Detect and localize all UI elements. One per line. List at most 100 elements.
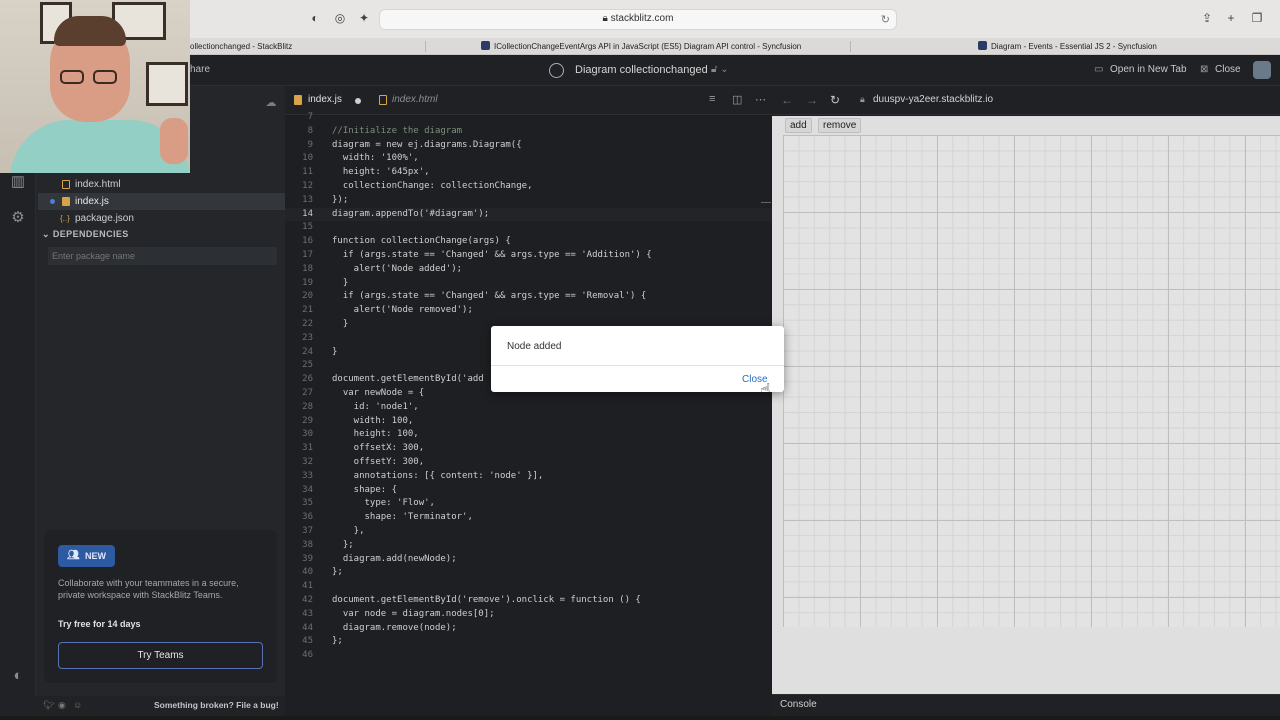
code-line[interactable]: 29 width: 100, xyxy=(285,415,772,429)
code-line[interactable]: 28 id: 'node1', xyxy=(285,401,772,415)
code-text: if (args.state == 'Changed' && args.type… xyxy=(332,291,647,302)
code-line[interactable]: 36 shape: 'Terminator', xyxy=(285,511,772,525)
file-package-json[interactable]: {..} package.json xyxy=(38,210,285,227)
code-line[interactable]: 12 collectionChange: collectionChange, xyxy=(285,180,772,194)
code-line[interactable]: 21 alert('Node removed'); xyxy=(285,304,772,318)
code-line[interactable]: 32 offsetY: 300, xyxy=(285,456,772,470)
code-line[interactable]: 9 diagram = new ej.diagrams.Diagram({ xyxy=(285,139,772,153)
unsaved-dot[interactable] xyxy=(355,98,361,104)
project-title[interactable]: Diagram collectionchanged xyxy=(575,64,708,76)
code-line[interactable]: 42 document.getElementById('remove').oncl… xyxy=(285,594,772,608)
github-icon[interactable]: ◉ xyxy=(58,700,66,711)
code-text: var newNode = { xyxy=(332,388,425,398)
code-line[interactable]: 7 xyxy=(285,111,772,125)
editor-tab-index-js[interactable]: index.js xyxy=(308,94,342,105)
twitter-icon[interactable]: 🐦︎ xyxy=(43,700,54,711)
tab-divider xyxy=(425,41,426,52)
modified-dot xyxy=(50,199,55,204)
try-teams-button[interactable]: Try Teams xyxy=(58,642,263,669)
avatar[interactable] xyxy=(1253,61,1271,79)
code-line[interactable]: 43 var node = diagram.nodes[0]; xyxy=(285,608,772,622)
code-line[interactable]: 11 height: '645px', xyxy=(285,166,772,180)
address-bar[interactable]: 🔒︎ stackblitz.com ↻ xyxy=(379,9,897,30)
line-number: 31 xyxy=(302,443,313,454)
code-text: type: 'Flow', xyxy=(332,498,435,509)
extension-icon[interactable]: ✦ xyxy=(356,10,372,26)
preview-url[interactable]: duuspv-ya2eer.stackblitz.io xyxy=(873,94,993,105)
code-line[interactable]: 39 diagram.add(newNode); xyxy=(285,553,772,567)
line-number: 43 xyxy=(302,608,313,619)
dependencies-header[interactable]: ⌄ DEPENDENCIES xyxy=(42,229,129,240)
code-line[interactable]: 15 xyxy=(285,221,772,235)
console-label[interactable]: Console xyxy=(780,699,817,710)
shield-icon[interactable]: ◐ xyxy=(307,10,323,26)
url-text: stackblitz.com xyxy=(610,13,674,24)
forward-icon[interactable]: → xyxy=(806,93,818,107)
line-number: 13 xyxy=(302,194,313,205)
code-line[interactable]: 45}; xyxy=(285,635,772,649)
line-number: 22 xyxy=(302,319,313,329)
lock-icon[interactable]: 🔓︎ ⌄ xyxy=(711,64,729,75)
theme-icon[interactable]: ◐ xyxy=(9,667,27,685)
code-line[interactable]: 35 type: 'Flow', xyxy=(285,497,772,511)
code-line[interactable]: 33 annotations: [{ content: 'node' }], xyxy=(285,470,772,484)
cloud-icon[interactable]: ☁ xyxy=(262,94,280,112)
gear-icon[interactable]: ⚙ xyxy=(9,209,27,227)
share-icon[interactable]: ⇪ xyxy=(1199,10,1215,26)
code-line[interactable]: 31 offsetX: 300, xyxy=(285,442,772,456)
code-line[interactable]: 37 }, xyxy=(285,525,772,539)
code-line[interactable]: 13}); xyxy=(285,194,772,208)
line-number: 15 xyxy=(302,222,313,233)
line-number: 19 xyxy=(302,277,313,288)
code-line[interactable]: 44 diagram.remove(node); xyxy=(285,622,772,636)
code-line[interactable]: 40}; xyxy=(285,566,772,580)
code-line[interactable]: 30 height: 100, xyxy=(285,428,772,442)
tab-stackblitz[interactable]: ollectionchanged - StackBlitz xyxy=(190,38,420,55)
line-number: 29 xyxy=(302,415,313,426)
format-icon[interactable]: ≡ xyxy=(709,93,715,105)
code-line[interactable]: 16 function collectionChange(args) { xyxy=(285,235,772,249)
refresh-icon[interactable]: ↻ xyxy=(830,93,840,107)
code-line[interactable]: 41 xyxy=(285,580,772,594)
open-new-tab-button[interactable]: Open in New Tab xyxy=(1110,64,1187,75)
code-line[interactable]: 14 diagram.appendTo('#diagram'); xyxy=(285,207,772,222)
code-text: diagram.add(newNode); xyxy=(332,553,457,564)
line-number: 8 xyxy=(307,125,313,136)
back-icon[interactable]: ← xyxy=(781,93,793,107)
package-name-input[interactable] xyxy=(48,247,277,265)
close-button[interactable]: Close xyxy=(1215,64,1241,75)
code-line[interactable]: 17 if (args.state == 'Changed' && args.t… xyxy=(285,249,772,263)
code-text: diagram.appendTo('#diagram'); xyxy=(332,208,490,219)
console-panel[interactable] xyxy=(772,694,1280,716)
code-line[interactable]: 10 width: '100%', xyxy=(285,152,772,166)
tab-syncfusion-api[interactable]: ICollectionChangeEventArgs API in JavaSc… xyxy=(481,38,846,55)
file-bug-link[interactable]: Something broken? File a bug! xyxy=(154,700,279,710)
line-number: 34 xyxy=(302,484,313,495)
globe-icon[interactable]: ◎ xyxy=(332,10,348,26)
chevron-down-icon: ⌄ xyxy=(42,229,50,239)
file-index-html[interactable]: index.html xyxy=(38,176,285,193)
editor-tab-index-html[interactable]: index.html xyxy=(392,94,438,105)
webcam-overlay xyxy=(0,0,190,173)
code-line[interactable]: 38 }; xyxy=(285,539,772,553)
more-icon[interactable]: ⋯ xyxy=(755,93,766,106)
books-icon[interactable]: ▥ xyxy=(9,173,27,191)
reload-icon[interactable]: ↻ xyxy=(881,13,890,26)
modal-backdrop xyxy=(772,116,1280,694)
new-tab-icon[interactable]: + xyxy=(1223,10,1239,26)
discord-icon[interactable]: ☺ xyxy=(73,700,82,710)
code-text: } xyxy=(332,346,338,357)
code-line[interactable]: 46 xyxy=(285,649,772,663)
code-line[interactable]: 18 alert('Node added'); xyxy=(285,263,772,277)
tab-syncfusion-events[interactable]: Diagram - Events - Essential JS 2 - Sync… xyxy=(978,38,1248,55)
share-button[interactable]: hare xyxy=(190,64,210,75)
code-line[interactable]: 34 shape: { xyxy=(285,484,772,498)
line-number: 12 xyxy=(302,181,313,191)
code-line[interactable]: 8 //Initialize the diagram xyxy=(285,125,772,139)
code-line[interactable]: 19 } xyxy=(285,277,772,291)
code-line[interactable]: 20 if (args.state == 'Changed' && args.t… xyxy=(285,290,772,304)
split-editor-icon[interactable]: ◫ xyxy=(732,93,742,106)
line-number: 35 xyxy=(302,498,313,509)
tab-overview-icon[interactable]: ❐ xyxy=(1249,10,1265,26)
file-index-js[interactable]: index.js xyxy=(38,193,285,210)
